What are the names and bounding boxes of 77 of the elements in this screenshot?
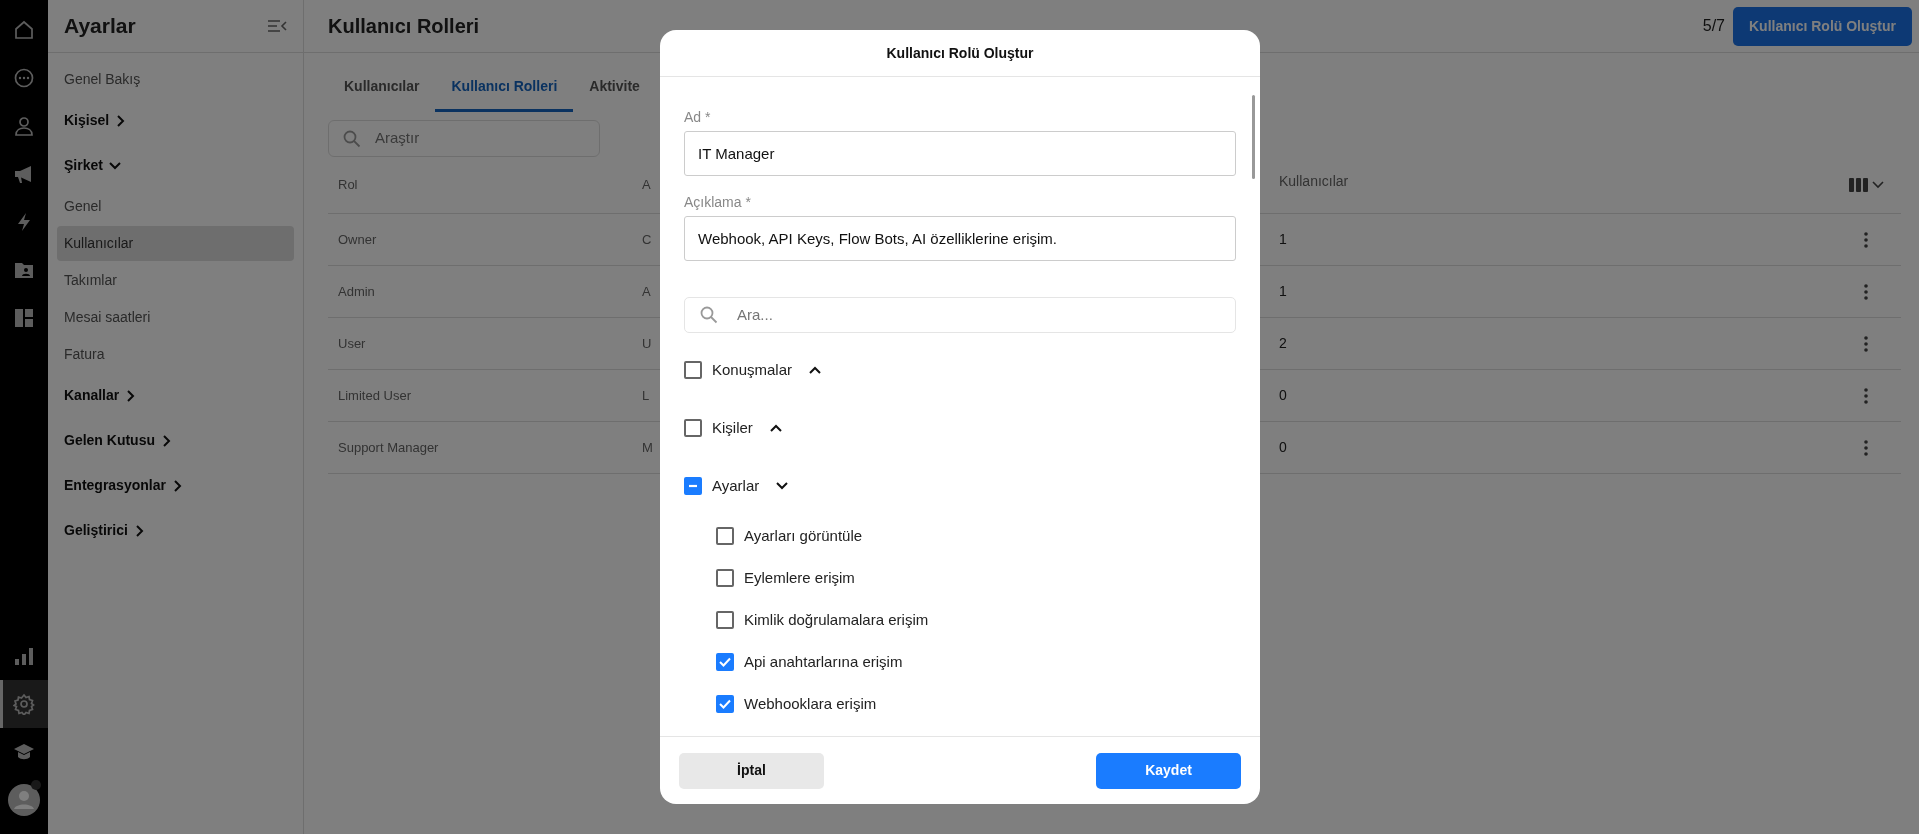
table-cell-text: A [641,282,651,301]
sidebar-item[interactable]: Takımlar [57,263,294,298]
field-label: Açıklama * [684,193,752,212]
cancel-button[interactable]: İptal [679,752,824,789]
more-options-icon[interactable] [1862,437,1870,458]
more-options-icon[interactable] [1862,333,1870,354]
checkbox[interactable] [716,569,734,587]
checkbox[interactable] [684,361,702,379]
checkbox[interactable] [684,477,702,495]
permission-label: Kimlik doğrulamalara erişim [744,609,929,630]
sidebar-item[interactable]: Kullanıcılar [57,226,294,261]
column-header: A [641,176,651,195]
column-header: Rol [337,176,358,195]
page-title: Kullanıcı Rolleri [328,14,480,39]
sidebar-item[interactable]: Genel [57,189,294,224]
table-cell-text: U [641,334,652,353]
role-quota: 5/7 [1702,16,1725,36]
table-cell-text: C [641,230,652,249]
permission-search-field[interactable]: Ara... [684,297,1236,333]
permission-label: Eylemlere erişim [744,567,855,588]
create-role-button[interactable]: Kullanıcı Rolü Oluştur [1733,6,1912,46]
search-icon [343,129,361,148]
search-field[interactable]: Araştır [328,120,600,157]
table-cell-text: Owner [337,230,377,249]
dialog-title: Kullanıcı Rolü Oluştur [886,43,1034,63]
settings-icon[interactable] [0,680,48,728]
sidebar-group[interactable]: Gelen Kutusu [57,418,181,463]
table-cell-text: Support Manager [337,438,439,457]
column-header: Kullanıcılar [1278,172,1349,190]
sidebar-group[interactable]: Şirket [57,143,129,188]
table-cell-text: Admin [337,282,375,301]
table-cell-text: 2 [1278,334,1287,353]
checkmark-icon [718,655,732,669]
checkmark-icon [718,697,732,711]
tab[interactable]: Aktivite [573,65,656,112]
scrollbar[interactable] [1252,95,1255,179]
more-options-icon[interactable] [1862,281,1870,302]
checkbox[interactable] [716,611,734,629]
sidebar-item[interactable]: Fatura [57,337,294,372]
checkbox[interactable] [716,527,734,545]
table-cell-text: Limited User [337,386,411,405]
table-cell-text: 1 [1278,282,1287,301]
sidebar-group[interactable]: Kişisel [57,98,136,143]
search-input[interactable]: Ara... [735,302,1220,328]
table-cell-text: 0 [1278,438,1287,457]
table-cell-text: M [641,438,653,457]
permission-label: Api anahtarlarına erişim [744,651,903,672]
sidebar-item[interactable]: Genel Bakış [57,62,294,97]
sidebar-group[interactable]: Geliştirici [57,508,154,553]
table-cell-text: L [641,386,650,405]
table-cell-text: 0 [1278,386,1287,405]
more-options-icon[interactable] [1862,385,1870,406]
tab[interactable]: Kullanıcı Rolleri [435,65,574,112]
checkbox[interactable] [716,695,734,713]
permission-label: Konuşmalar [712,359,793,380]
save-button[interactable]: Kaydet [1096,752,1241,789]
field-label: Ad * [684,108,712,127]
permission-label: Kişiler [712,417,753,438]
search-icon [700,306,718,324]
sidebar-item[interactable]: Mesai saatleri [57,300,294,335]
checkbox[interactable] [684,419,702,437]
sidebar-group[interactable]: Kanallar [57,373,146,418]
checkbox[interactable] [716,653,734,671]
text-field[interactable]: IT Manager [684,131,1236,176]
table-cell-text: User [337,334,366,353]
search-input[interactable]: Araştır [373,126,585,151]
permission-label: Webhooklara erişim [744,693,877,714]
table-cell-text: 1 [1278,230,1287,249]
tab[interactable]: Kullanıcılar [328,65,436,112]
permission-label: Ayarları görüntüle [744,525,863,546]
sidebar-title: Ayarlar [64,13,136,40]
permission-label: Ayarlar [712,475,760,496]
collapse-menu-icon[interactable] [267,19,287,33]
sidebar-group[interactable]: Entegrasyonlar [57,463,192,508]
column-selector[interactable] [1846,175,1886,195]
more-options-icon[interactable] [1862,229,1870,250]
text-field[interactable]: Webhook, API Keys, Flow Bots, AI özelliklerine erişim. [684,216,1236,261]
